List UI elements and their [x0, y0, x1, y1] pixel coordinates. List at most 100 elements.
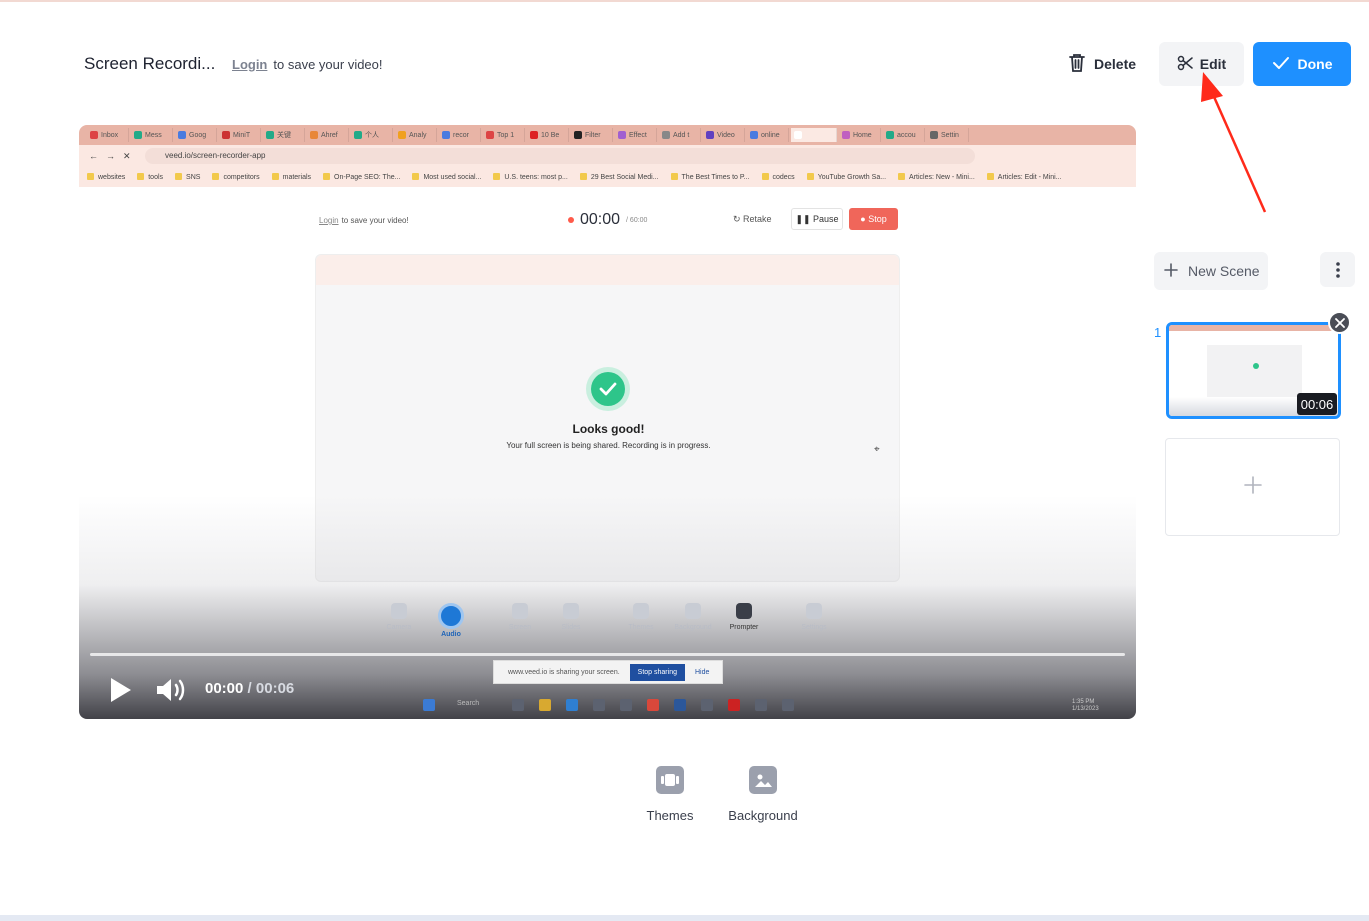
preview-bookmarks-bar: websites tools SNS competitors materials On-P…	[79, 167, 1136, 187]
video-player[interactable]: Inbox Mess Goog MiniT 关键 Ahref 个人 Analy recor Top…	[79, 125, 1136, 719]
preview-bookmark: 29 Best Social Medi...	[580, 173, 659, 181]
preview-tab-label: Settin	[941, 131, 959, 139]
total-time: 00:06	[255, 680, 295, 697]
thumb-box	[1207, 345, 1302, 397]
word-icon	[674, 699, 686, 711]
success-subtitle: Your full screen is being shared. Record…	[506, 441, 711, 450]
taskbar-clock: 1:35 PM 1/13/2023	[1072, 699, 1099, 713]
more-options-icon[interactable]	[1320, 252, 1355, 287]
preview-tool-label: Settings	[801, 624, 827, 631]
preview-tool-label: Screen	[508, 624, 532, 631]
themes-icon	[656, 766, 684, 794]
share-notice-text: www.veed.io is sharing your screen.	[508, 668, 620, 676]
tab-favicon-icon	[442, 131, 450, 139]
preview-tab-bar: Inbox Mess Goog MiniT 关键 Ahref 个人 Analy recor Top…	[79, 125, 1136, 145]
login-link[interactable]: Login	[232, 57, 267, 72]
preview-tab: Effect	[615, 128, 657, 142]
preview-login-hint: Login to save your video!	[319, 216, 409, 225]
preview-login-link: Login	[319, 216, 339, 225]
preview-tool-icon	[563, 603, 579, 619]
preview-url: veed.io/screen-recorder-app	[145, 148, 975, 164]
preview-bookmark: SNS	[175, 173, 200, 181]
preview-tab-label: 个人	[365, 132, 379, 139]
delete-button[interactable]: Delete	[1068, 50, 1136, 78]
preview-tab-label: Mess	[145, 131, 162, 139]
preview-tab: Video	[703, 128, 745, 142]
tab-favicon-icon	[662, 131, 670, 139]
trash-icon	[1068, 53, 1086, 76]
preview-tab-label: Inbox	[101, 131, 119, 139]
preview-tool: Audio	[426, 603, 476, 638]
back-arrow-icon: ←	[89, 151, 98, 161]
tab-favicon-icon	[90, 131, 98, 139]
tab-favicon-icon	[794, 131, 802, 139]
page-title[interactable]: Screen Recordi...	[84, 54, 215, 74]
preview-ghost-bar	[316, 255, 899, 285]
volume-icon[interactable]	[155, 676, 189, 709]
mouse-cursor-icon: ⌖	[874, 444, 880, 455]
preview-tab: Add t	[659, 128, 701, 142]
success-title: Looks good!	[572, 422, 645, 436]
tab-favicon-icon	[530, 131, 538, 139]
preview-tab: Settin	[927, 128, 969, 142]
tab-favicon-icon	[706, 131, 714, 139]
preview-tab: MiniT	[219, 128, 261, 142]
preview-pause-label: Pause	[813, 214, 839, 224]
add-scene-button[interactable]	[1165, 438, 1340, 536]
share-notice: www.veed.io is sharing your screen. Stop…	[493, 660, 723, 684]
preview-tool-label: Camera	[386, 624, 412, 631]
login-hint-text: to save your video!	[273, 57, 383, 72]
tab-favicon-icon	[618, 131, 626, 139]
tab-favicon-icon	[398, 131, 406, 139]
app-icon	[620, 699, 632, 711]
background-label: Background	[728, 808, 798, 823]
taskbar-date: 1/13/2023	[1072, 706, 1099, 712]
login-hint: Login to save your video!	[232, 57, 383, 72]
preview-tool: Background	[668, 603, 718, 631]
app-icon	[782, 699, 794, 711]
preview-tab: Top 1	[483, 128, 525, 142]
recording-dot-icon	[568, 217, 574, 223]
current-time: 00:00	[205, 680, 244, 697]
play-icon[interactable]	[107, 676, 133, 709]
tab-favicon-icon	[222, 131, 230, 139]
scissors-icon	[1177, 55, 1193, 74]
preview-tool-icon	[512, 603, 528, 619]
delete-label: Delete	[1094, 56, 1137, 72]
tab-favicon-icon	[354, 131, 362, 139]
preview-tab-label: online	[761, 131, 780, 139]
preview-retake: ↻ Retake	[733, 214, 772, 224]
preview-tab-label: Ahref	[321, 131, 338, 139]
preview-tool: Slides	[546, 603, 596, 631]
preview-tab-label: Effect	[629, 131, 647, 139]
done-label: Done	[1297, 56, 1333, 72]
preview-tab: 10 Be	[527, 128, 569, 142]
new-scene-button[interactable]: New Scene	[1154, 252, 1268, 290]
taskbar-time: 1:35 PM	[1072, 699, 1095, 705]
app-icon	[593, 699, 605, 711]
preview-pause: ❚❚ Pause	[791, 208, 843, 230]
preview-tab: 个人	[351, 128, 393, 142]
top-border	[0, 0, 1369, 2]
tab-favicon-icon	[134, 131, 142, 139]
playback-progress-bar[interactable]	[90, 653, 1125, 656]
app-icon	[728, 699, 740, 711]
themes-button[interactable]: Themes	[640, 766, 700, 823]
preview-tab	[791, 128, 837, 142]
playback-time: 00:00 / 00:06	[205, 680, 294, 697]
remove-scene-icon[interactable]	[1328, 311, 1351, 334]
preview-tab: Analy	[395, 128, 437, 142]
background-button[interactable]: Background	[723, 766, 803, 823]
preview-stop: ● Stop	[849, 208, 898, 230]
preview-tool-icon	[438, 603, 464, 629]
taskbar-search: Search	[457, 700, 480, 707]
preview-tab: accou	[883, 128, 925, 142]
tab-favicon-icon	[178, 131, 186, 139]
preview-tab: Home	[839, 128, 881, 142]
preview-tab-label: MiniT	[233, 131, 251, 139]
plus-icon	[1243, 475, 1262, 499]
background-icon	[749, 766, 777, 794]
tab-favicon-icon	[266, 131, 274, 139]
preview-tab-label: Filter	[585, 131, 601, 139]
preview-tab-label: 关键	[277, 132, 291, 139]
